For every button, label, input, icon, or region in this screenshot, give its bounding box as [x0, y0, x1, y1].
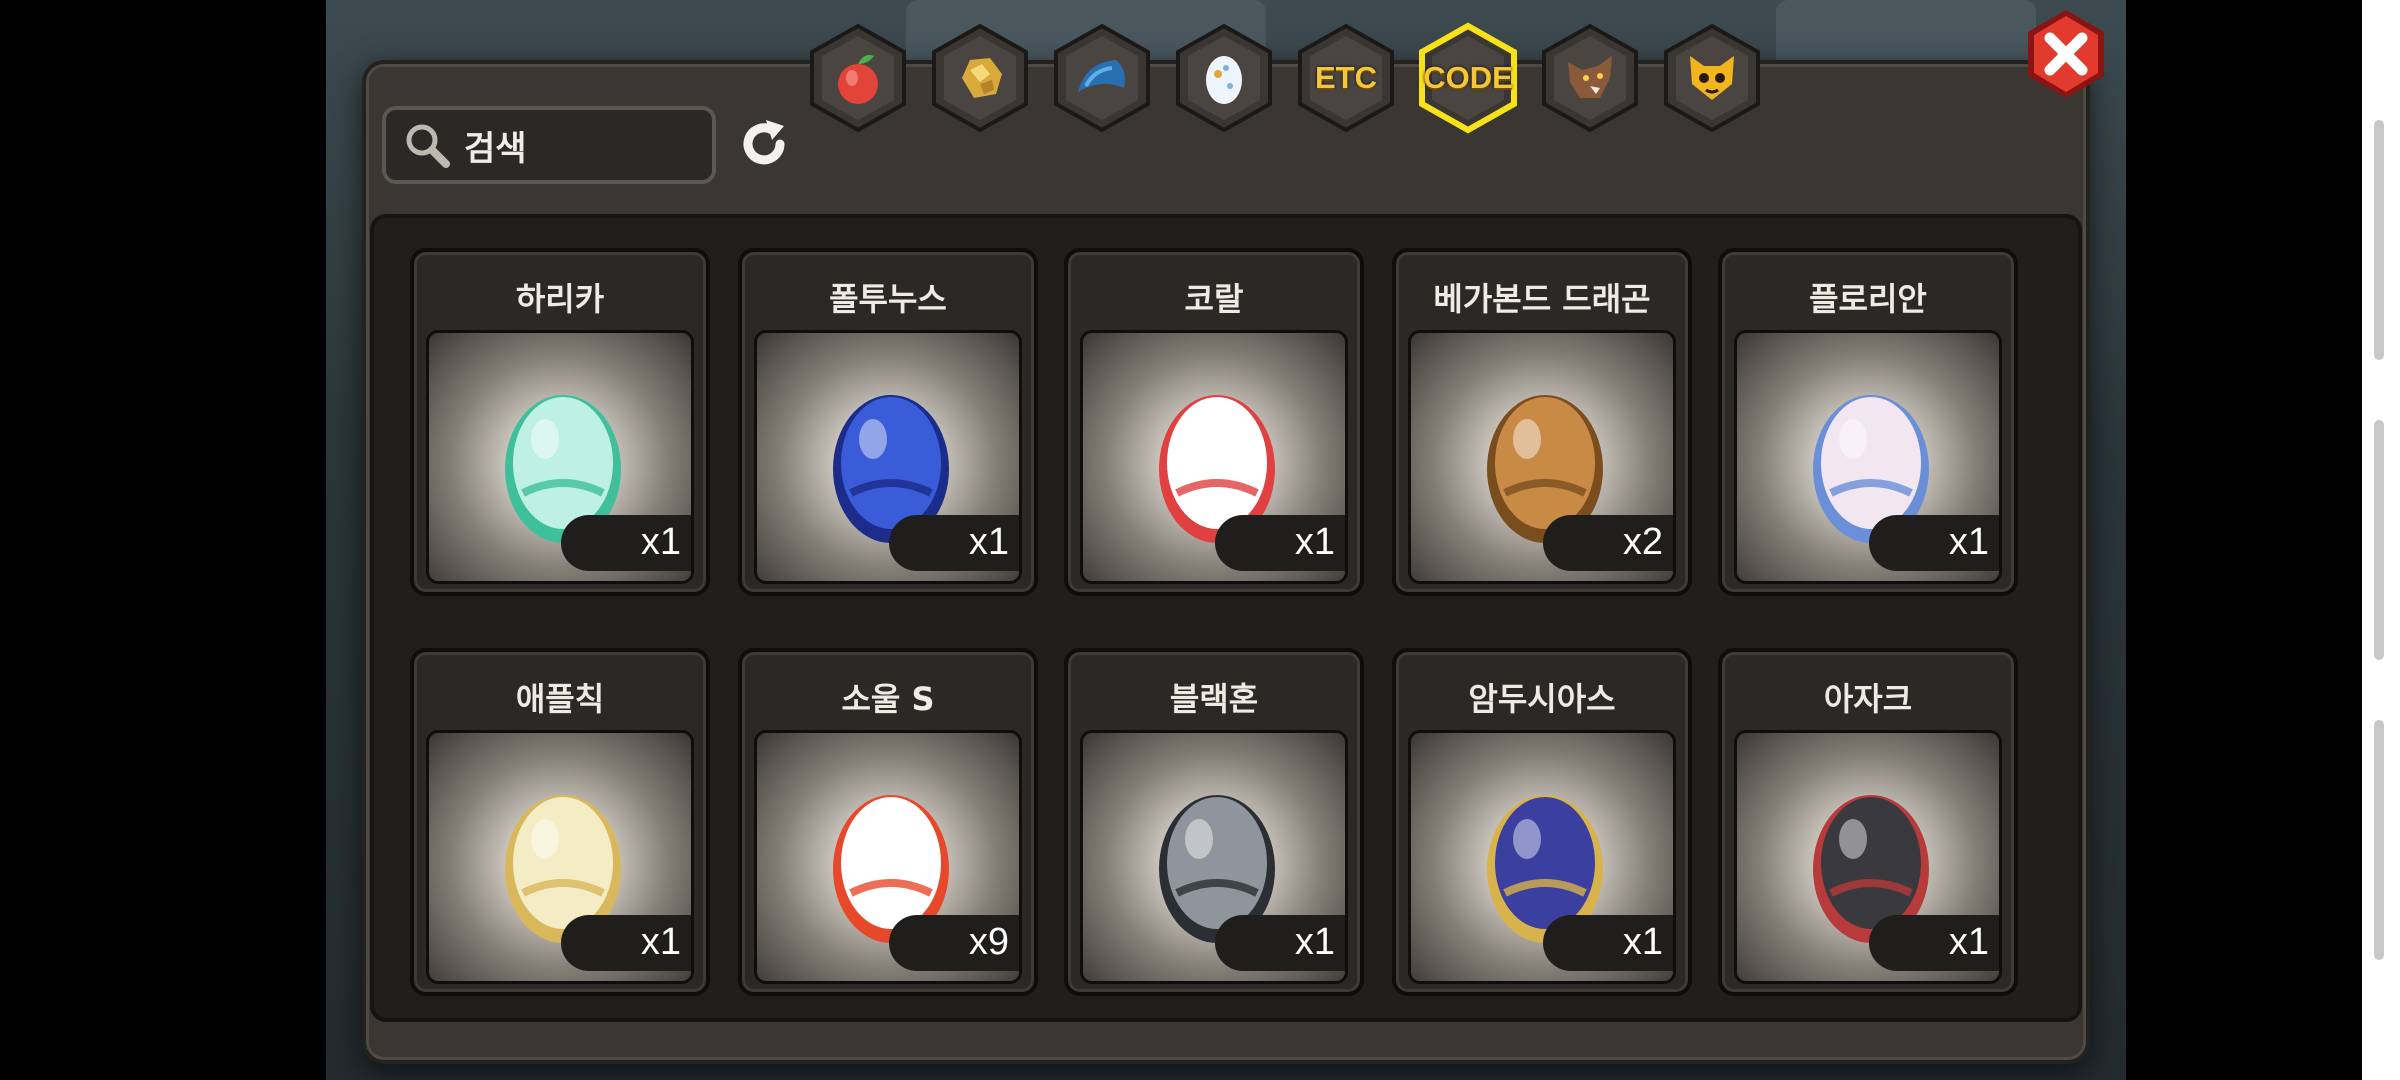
item-name: 코랄	[1184, 280, 1244, 318]
tab-wolf[interactable]	[1538, 22, 1642, 134]
item-card[interactable]: 폴투누스 x1	[738, 248, 1038, 596]
item-quantity: x1	[640, 921, 681, 963]
quantity-badge: x1	[561, 915, 691, 971]
tab-egg[interactable]	[1172, 22, 1276, 134]
search-label: 검색	[464, 128, 527, 169]
item-name: 아자크	[1823, 680, 1913, 718]
close-icon	[2028, 10, 2104, 98]
quantity-badge: x2	[1543, 515, 1673, 571]
quantity-badge: x1	[1215, 915, 1345, 971]
tab-label: ETC	[1315, 60, 1377, 95]
item-card[interactable]: 플로리안 x1	[1718, 248, 2018, 596]
item-image-frame: x1	[1080, 330, 1348, 584]
scrollbar-segment[interactable]	[2374, 120, 2384, 360]
item-name: 폴투누스	[829, 280, 947, 318]
item-name: 블랙혼	[1169, 680, 1259, 718]
scrollbar-segment[interactable]	[2374, 720, 2384, 960]
item-quantity: x1	[1294, 521, 1335, 563]
item-card[interactable]: 블랙혼 x1	[1064, 648, 1364, 996]
item-quantity: x1	[640, 521, 681, 563]
item-card[interactable]: 하리카 x1	[410, 248, 710, 596]
item-card[interactable]: 암두시아스 x1	[1392, 648, 1692, 996]
quantity-badge: x1	[561, 515, 691, 571]
item-name: 베가본드 드래곤	[1433, 280, 1651, 318]
tab-etc[interactable]: ETC	[1294, 22, 1398, 134]
item-image-frame: x1	[1080, 730, 1348, 984]
item-card[interactable]: 소울 S x9	[738, 648, 1038, 996]
item-image-frame: x1	[426, 730, 694, 984]
item-card[interactable]: 애플칙 x1	[410, 648, 710, 996]
item-image-frame: x2	[1408, 330, 1676, 584]
search-input[interactable]: 검색	[382, 106, 716, 184]
quantity-badge: x1	[1215, 515, 1345, 571]
item-quantity: x1	[1948, 921, 1989, 963]
quantity-badge: x1	[1869, 915, 1999, 971]
item-quantity: x9	[968, 921, 1009, 963]
item-quantity: x1	[1948, 521, 1989, 563]
tab-mask[interactable]	[1660, 22, 1764, 134]
scrollbar-segment[interactable]	[2374, 420, 2384, 660]
search-icon	[406, 124, 450, 168]
item-name: 하리카	[515, 280, 605, 318]
tab-fruit[interactable]	[806, 22, 910, 134]
quantity-badge: x1	[1869, 515, 1999, 571]
item-card[interactable]: 베가본드 드래곤 x2	[1392, 248, 1692, 596]
quantity-badge: x1	[1543, 915, 1673, 971]
item-name: 애플칙	[515, 680, 605, 718]
tab-label: CODE	[1423, 60, 1513, 95]
item-name: 암두시아스	[1468, 680, 1616, 718]
refresh-button[interactable]	[732, 112, 796, 176]
item-quantity: x2	[1622, 521, 1663, 563]
item-image-frame: x1	[1734, 330, 2002, 584]
item-image-frame: x1	[1408, 730, 1676, 984]
item-card[interactable]: 아자크 x1	[1718, 648, 2018, 996]
refresh-icon	[743, 120, 785, 165]
item-image-frame: x1	[426, 330, 694, 584]
item-quantity: x1	[1294, 921, 1335, 963]
item-name: 소울 S	[841, 680, 935, 718]
tab-dragon[interactable]	[1050, 22, 1154, 134]
close-button[interactable]	[2020, 6, 2112, 102]
quantity-badge: x1	[889, 515, 1019, 571]
item-quantity: x1	[1622, 921, 1663, 963]
item-card[interactable]: 코랄 x1	[1064, 248, 1364, 596]
quantity-badge: x9	[889, 915, 1019, 971]
tab-gold[interactable]	[928, 22, 1032, 134]
item-image-frame: x9	[754, 730, 1022, 984]
item-quantity: x1	[968, 521, 1009, 563]
item-image-frame: x1	[1734, 730, 2002, 984]
item-name: 플로리안	[1809, 280, 1927, 318]
item-image-frame: x1	[754, 330, 1022, 584]
tab-code[interactable]: CODE	[1416, 22, 1520, 134]
